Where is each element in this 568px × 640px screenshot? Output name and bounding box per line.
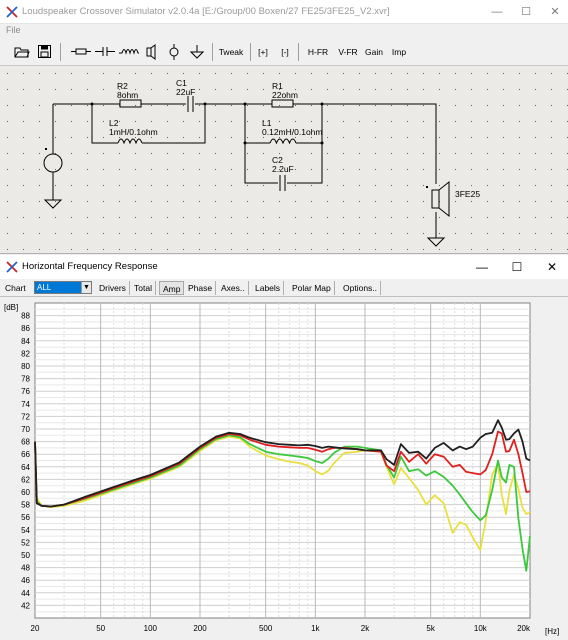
x-tick-label: 5k (426, 624, 435, 633)
x-tick-label: 2k (361, 624, 370, 633)
toolbar-separator (250, 43, 251, 61)
y-tick-label: 42 (21, 601, 30, 610)
r1-value: 22ohm (272, 90, 298, 100)
chart-label: Chart (5, 283, 26, 293)
y-tick-label: 68 (21, 438, 30, 447)
y-tick-label: 72 (21, 412, 30, 421)
y-tick-label: 64 (21, 463, 30, 472)
options-button[interactable]: Options.. (340, 281, 382, 295)
x-tick-label: 500 (259, 624, 273, 633)
y-tick-label: 70 (21, 425, 30, 434)
c2-value: 2.2uF (272, 164, 294, 174)
y-tick-label: 62 (21, 475, 30, 484)
app-logo-icon (6, 6, 18, 18)
x-tick-labels: 20 50 100 200 500 1k 2k 5k 10k 20k (31, 624, 531, 633)
x-tick-label: 50 (96, 624, 105, 633)
total-button[interactable]: Total (131, 281, 156, 295)
l1-value: 0.12mH/0.1ohm (262, 127, 322, 137)
menu-file[interactable]: File (6, 25, 21, 35)
toolbar-separator (298, 43, 299, 61)
fr-title-bar: Horizontal Frequency Response — ☐ ✕ (0, 255, 568, 279)
y-tick-label: 54 (21, 526, 30, 535)
y-tick-label: 52 (21, 538, 30, 547)
r2-value: 8ohm (117, 90, 138, 100)
axes-button[interactable]: Axes.. (218, 281, 249, 295)
tweak-button[interactable]: Tweak (216, 42, 246, 62)
menu-bar: File (0, 24, 568, 38)
main-toolbar: Tweak [+] [-] H-FR V-FR Gain Imp (0, 38, 568, 66)
minimize-button[interactable]: — (487, 2, 507, 22)
y-tick-label: 78 (21, 375, 30, 384)
c1-capacitor[interactable] (186, 96, 195, 112)
main-window-title: Loudspeaker Crossover Simulator v2.0.4a … (22, 6, 390, 17)
y-tick-label: 56 (21, 513, 30, 522)
y-tick-label: 44 (21, 589, 30, 598)
gain-button[interactable]: Gain (363, 42, 385, 62)
x-tick-label: 1k (311, 624, 320, 633)
labels-button[interactable]: Labels (252, 281, 285, 295)
chevron-down-icon[interactable]: ▼ (81, 282, 91, 293)
toolbar-separator (212, 43, 213, 61)
save-icon[interactable] (37, 44, 52, 59)
x-tick-label: 10k (474, 624, 488, 633)
zoom-out-button[interactable]: [-] (277, 42, 293, 62)
y-tick-label: 48 (21, 564, 30, 573)
toolbar-separator (60, 43, 61, 61)
l2-value: 1mH/0.1ohm (109, 127, 158, 137)
resistor-icon[interactable] (71, 46, 91, 57)
ground-icon[interactable] (190, 44, 204, 60)
x-tick-label: 200 (193, 624, 207, 633)
y-tick-label: 60 (21, 488, 30, 497)
y-tick-label: 50 (21, 551, 30, 560)
vfr-button[interactable]: V-FR (335, 42, 361, 62)
chart-select-value: ALL (35, 282, 81, 293)
x-tick-label: 20 (31, 624, 40, 633)
close-button[interactable]: ✕ (545, 2, 565, 22)
chart-select[interactable]: ALL ▼ (34, 281, 92, 294)
fr-window-logo-icon (6, 261, 18, 273)
y-tick-label: 86 (21, 324, 30, 333)
y-tick-label: 84 (21, 337, 30, 346)
schematic-drawing: R2 8ohm C1 22uF L2 1mH/0.1ohm R1 22ohm L… (0, 66, 568, 254)
imp-button[interactable]: Imp (389, 42, 409, 62)
frequency-response-chart[interactable]: 42 44 46 48 50 52 54 56 58 60 62 64 66 68 70 72 74 76 78 80… (0, 297, 568, 640)
fr-chart-area: 42 44 46 48 50 52 54 56 58 60 62 64 66 68 70 72 74 76 78 80… (0, 297, 568, 640)
amp-button[interactable]: Amp (159, 281, 185, 295)
hfr-button[interactable]: H-FR (304, 42, 332, 62)
maximize-button[interactable]: ☐ (516, 2, 536, 22)
drivers-button[interactable]: Drivers (96, 281, 130, 295)
fr-window-title: Horizontal Frequency Response (22, 261, 158, 272)
y-tick-label: 46 (21, 576, 30, 585)
open-folder-icon[interactable] (14, 44, 30, 59)
y-tick-label: 74 (21, 400, 30, 409)
c1-value: 22uF (176, 87, 195, 97)
main-title-bar: Loudspeaker Crossover Simulator v2.0.4a … (0, 0, 568, 24)
schematic-canvas[interactable]: R2 8ohm C1 22uF L2 1mH/0.1ohm R1 22ohm L… (0, 66, 568, 254)
zoom-in-button[interactable]: [+] (254, 42, 272, 62)
x-tick-label: 20k (517, 624, 531, 633)
y-tick-label: 58 (21, 501, 30, 510)
y-tick-label: 66 (21, 450, 30, 459)
y-tick-label: 82 (21, 349, 30, 358)
capacitor-icon[interactable] (95, 46, 115, 57)
driver-name: 3FE25 (455, 189, 480, 199)
y-axis-label: [dB] (4, 303, 18, 312)
fr-maximize-button[interactable]: ☐ (507, 257, 527, 277)
fr-toolbar: Chart ALL ▼ Drivers Total Amp Phase Axes… (0, 279, 568, 297)
phase-button[interactable]: Phase (185, 281, 217, 295)
y-tick-label: 76 (21, 387, 30, 396)
y-tick-label: 88 (21, 312, 30, 321)
y-tick-labels: 42 44 46 48 50 52 54 56 58 60 62 64 66 68 70 72 74 76 78 80… (21, 312, 30, 611)
driver-icon[interactable] (144, 44, 158, 60)
x-tick-label: 100 (144, 624, 158, 633)
c2-capacitor[interactable] (278, 175, 287, 191)
polar-map-button[interactable]: Polar Map (289, 281, 335, 295)
fr-close-button[interactable]: ✕ (542, 257, 562, 277)
x-axis-label: [Hz] (545, 627, 559, 636)
inductor-icon[interactable] (119, 46, 139, 57)
fr-minimize-button[interactable]: — (472, 257, 492, 277)
y-tick-label: 80 (21, 362, 30, 371)
source-icon[interactable] (167, 44, 181, 60)
